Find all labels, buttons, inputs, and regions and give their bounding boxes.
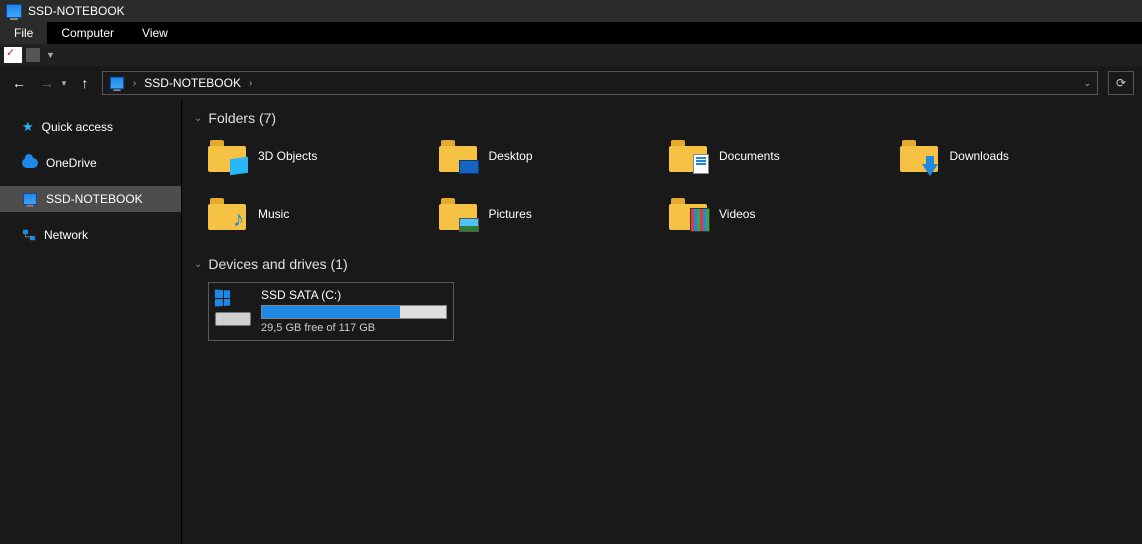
navigation-bar: ← → ▼ ↑ › SSD-NOTEBOOK › ⌄ ⟳ xyxy=(0,66,1142,100)
folder-label: Documents xyxy=(719,149,780,163)
folder-icon xyxy=(900,140,938,172)
drive-info: SSD SATA (C:) 29,5 GB free of 117 GB xyxy=(261,288,447,334)
cloud-icon xyxy=(22,158,38,168)
chevron-right-icon[interactable]: › xyxy=(133,78,136,89)
content-pane: ⌄ Folders (7) 3D Objects Desktop Documen… xyxy=(182,100,1142,544)
folder-label: Videos xyxy=(719,207,755,221)
drive-c[interactable]: SSD SATA (C:) 29,5 GB free of 117 GB xyxy=(208,282,454,341)
drive-name: SSD SATA (C:) xyxy=(261,288,447,302)
folder-desktop[interactable]: Desktop xyxy=(439,136,670,176)
folder-music[interactable]: ♪ Music xyxy=(208,194,439,234)
folder-icon xyxy=(669,198,707,230)
drive-free-text: 29,5 GB free of 117 GB xyxy=(261,322,447,334)
folder-icon xyxy=(669,140,707,172)
refresh-button[interactable]: ⟳ xyxy=(1108,71,1134,95)
folder-icon xyxy=(208,140,246,172)
folder-downloads[interactable]: Downloads xyxy=(900,136,1131,176)
network-icon xyxy=(22,228,36,242)
folder-icon xyxy=(439,198,477,230)
section-drives-header[interactable]: ⌄ Devices and drives (1) xyxy=(194,256,1130,272)
this-pc-icon xyxy=(23,193,37,205)
this-pc-icon xyxy=(6,4,22,18)
folder-3d-objects[interactable]: 3D Objects xyxy=(208,136,439,176)
sidebar-item-network[interactable]: Network xyxy=(0,222,181,248)
sidebar-item-quick-access[interactable]: ★ Quick access xyxy=(0,114,181,140)
drive-capacity-bar xyxy=(261,305,447,319)
drive-icon xyxy=(215,290,251,326)
sidebar-item-this-pc[interactable]: SSD-NOTEBOOK xyxy=(0,186,181,212)
chevron-down-icon: ⌄ xyxy=(194,259,202,270)
sidebar-label: Quick access xyxy=(42,120,113,134)
addr-dropdown-icon[interactable]: ⌄ xyxy=(1083,78,1091,89)
folder-label: Downloads xyxy=(950,149,1009,163)
sidebar-item-onedrive[interactable]: OneDrive xyxy=(0,150,181,176)
menu-file[interactable]: File xyxy=(0,22,47,44)
title-bar: SSD-NOTEBOOK xyxy=(0,0,1142,22)
window-title: SSD-NOTEBOOK xyxy=(28,4,125,18)
section-folders-label: Folders (7) xyxy=(208,110,276,126)
menu-bar: File Computer View xyxy=(0,22,1142,44)
folder-label: 3D Objects xyxy=(258,149,317,163)
back-button[interactable]: ← xyxy=(8,72,30,94)
section-drives-label: Devices and drives (1) xyxy=(208,256,347,272)
drive-used-fill xyxy=(262,306,400,318)
chevron-right-icon[interactable]: › xyxy=(249,78,252,89)
properties-icon[interactable] xyxy=(4,47,22,63)
navigation-pane: ★ Quick access OneDrive SSD-NOTEBOOK Net… xyxy=(0,100,182,544)
folder-icon: ♪ xyxy=(208,198,246,230)
folder-documents[interactable]: Documents xyxy=(669,136,900,176)
forward-button[interactable]: → xyxy=(36,72,58,94)
folder-icon xyxy=(439,140,477,172)
addr-this-pc-icon xyxy=(110,77,124,90)
folder-label: Pictures xyxy=(489,207,532,221)
breadcrumb-root[interactable]: SSD-NOTEBOOK xyxy=(144,76,241,90)
sidebar-label: SSD-NOTEBOOK xyxy=(46,192,143,206)
sidebar-label: OneDrive xyxy=(46,156,97,170)
folder-label: Desktop xyxy=(489,149,533,163)
up-button[interactable]: ↑ xyxy=(74,72,96,94)
qat-button[interactable] xyxy=(26,48,40,62)
folder-label: Music xyxy=(258,207,289,221)
sidebar-label: Network xyxy=(44,228,88,242)
quick-access-toolbar: ▼ xyxy=(0,44,1142,66)
address-bar[interactable]: › SSD-NOTEBOOK › ⌄ xyxy=(102,71,1098,95)
chevron-down-icon: ⌄ xyxy=(194,113,202,124)
folder-pictures[interactable]: Pictures xyxy=(439,194,670,234)
folders-grid: 3D Objects Desktop Documents Downloads ♪… xyxy=(194,136,1130,234)
history-chevron-icon[interactable]: ▼ xyxy=(60,79,68,88)
menu-computer[interactable]: Computer xyxy=(47,22,128,44)
qat-chevron-icon[interactable]: ▼ xyxy=(46,50,55,60)
menu-view[interactable]: View xyxy=(128,22,182,44)
section-folders-header[interactable]: ⌄ Folders (7) xyxy=(194,110,1130,126)
star-icon: ★ xyxy=(22,119,34,135)
folder-videos[interactable]: Videos xyxy=(669,194,900,234)
